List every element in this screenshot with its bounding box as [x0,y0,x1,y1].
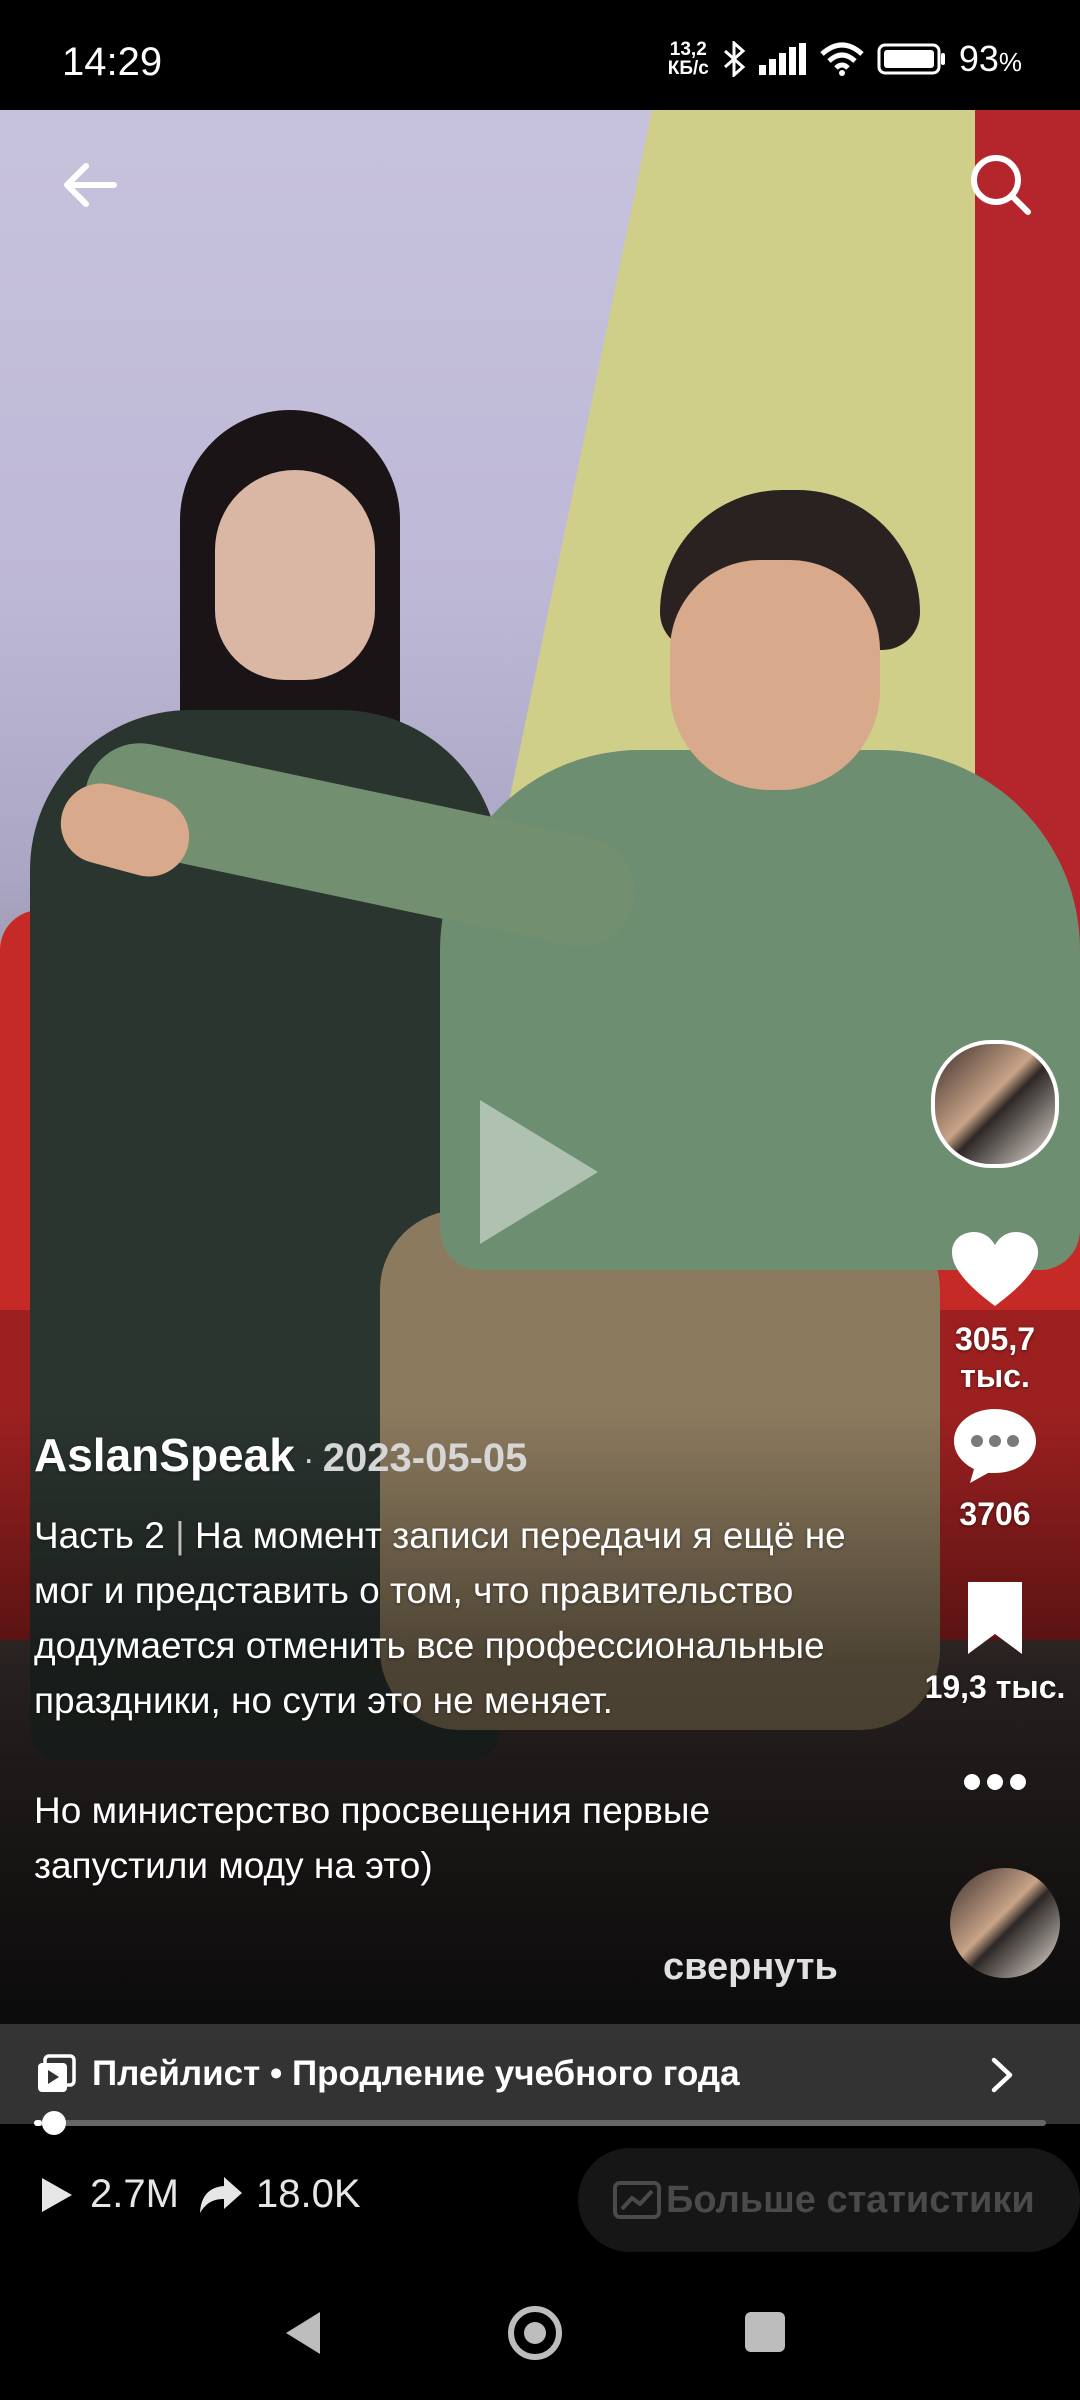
nav-recents-icon[interactable] [743,2310,787,2354]
like-count: 305,7 тыс. [954,1321,1036,1394]
search-button[interactable] [966,150,1036,220]
bookmark-icon [968,1582,1022,1654]
nav-home-icon[interactable] [505,2303,565,2363]
stats-row: 2.7M 18.0K Больше статистики [0,2140,1080,2260]
save-button[interactable]: 19,3 тыс. [920,1578,1070,1706]
woman-face [215,470,375,680]
sound-avatar [950,1868,1060,1978]
status-icons: 13,2 КБ/с 93% [668,38,1022,80]
back-button[interactable] [56,150,126,220]
heart-icon [952,1232,1038,1306]
save-count: 19,3 тыс. [924,1669,1066,1705]
playlist-icon [38,2054,76,2092]
avatar [931,1040,1059,1168]
caption-divider: | [175,1515,185,1556]
comment-button[interactable]: 3706 [920,1405,1070,1533]
more-options-button[interactable] [920,1770,1070,1799]
author-row: AslanSpeak · 2023-05-05 [34,1428,527,1482]
status-bar: 14:29 13,2 КБ/с 93% [0,0,1080,110]
more-icon [964,1774,1026,1790]
author-name[interactable]: AslanSpeak [34,1428,295,1482]
caption-paragraph-2: Но министерство просвещения первые запус… [34,1790,711,1886]
nav-back-icon[interactable] [280,2308,326,2358]
views-play-icon [42,2177,72,2212]
video-progress[interactable] [34,2111,1046,2135]
more-stats-button[interactable]: Больше статистики [578,2148,1080,2252]
post-date: 2023-05-05 [322,1436,528,1480]
battery-icon [877,43,945,75]
back-arrow-icon [64,163,117,207]
caption-part: Часть 2 [34,1515,165,1556]
system-nav-bar [0,2260,1080,2400]
separator: · [302,1438,315,1479]
like-button[interactable]: 305,7 тыс. [920,1230,1070,1395]
collapse-button[interactable]: свернуть [663,1946,838,1989]
status-time: 14:29 [62,40,163,84]
views-stat: 2.7M [36,2172,179,2217]
play-icon[interactable] [480,1100,598,1244]
bluetooth-icon [723,41,746,77]
shares-stat: 18.0K [198,2172,361,2217]
network-speed-unit: КБ/с [667,58,709,79]
battery-percent: 93 [958,38,999,79]
caption[interactable]: Часть 2 | На момент записи передачи я ещ… [34,1508,894,1948]
network-speed: 13,2 КБ/с [668,40,709,78]
progress-knob[interactable] [42,2111,67,2135]
signal-icon [758,43,806,75]
music-disc[interactable] [930,1868,1080,1978]
battery-level: 93% [959,38,1022,80]
network-speed-value: 13,2 [669,39,707,60]
share-icon [200,2176,242,2213]
chevron-right-icon [991,2057,1013,2093]
playlist-label: Плейлист • Продление учебного года [92,2054,740,2093]
shares-count: 18.0K [256,2172,361,2216]
more-stats-label: Больше статистики [666,2178,1035,2221]
progress-fill [34,2120,43,2126]
battery-percent-sign: % [998,47,1022,77]
wifi-icon [820,42,864,76]
creator-avatar-top[interactable] [920,1040,1070,1168]
chart-icon [613,2181,661,2219]
views-count: 2.7M [90,2172,179,2216]
comment-icon [954,1409,1036,1483]
man-face [670,560,880,790]
search-icon [971,155,1031,215]
caption-paragraph-1: Часть 2 | На момент записи передачи я ещ… [34,1508,894,1728]
playlist-bar[interactable]: Плейлист • Продление учебного года [0,2024,1080,2124]
comment-count: 3706 [959,1496,1031,1532]
